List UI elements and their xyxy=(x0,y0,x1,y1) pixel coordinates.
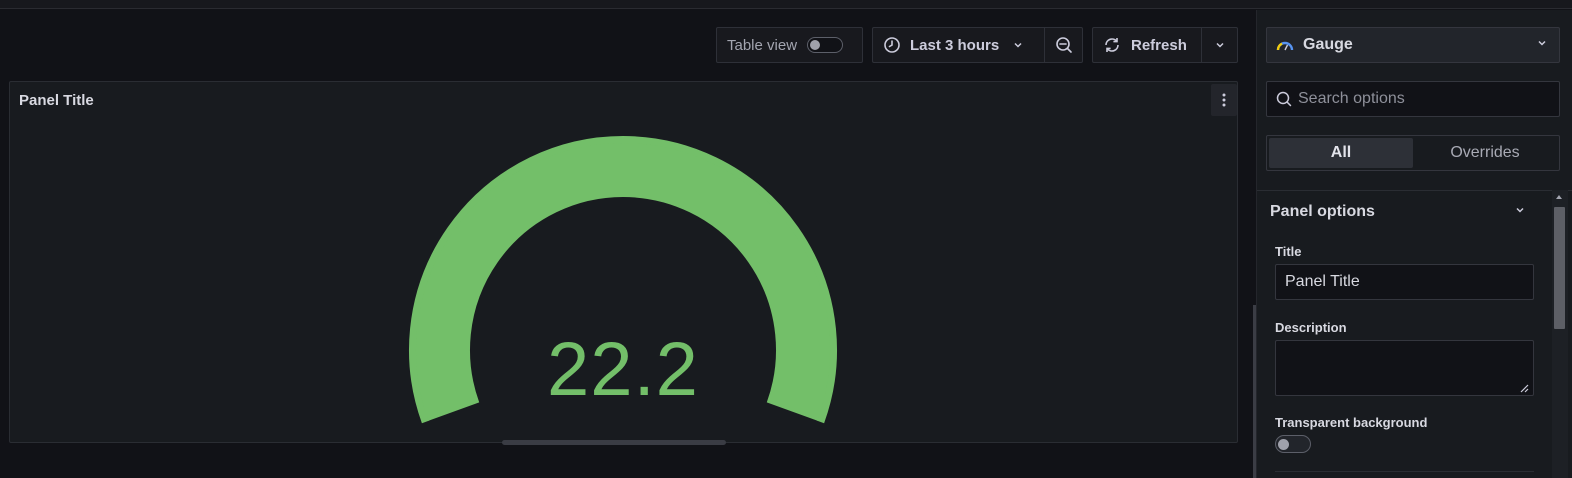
chevron-down-icon xyxy=(1013,40,1023,50)
resize-grip-icon[interactable] xyxy=(1519,383,1529,393)
field-divider xyxy=(1275,471,1534,472)
switch-knob xyxy=(810,40,821,50)
section-divider xyxy=(1257,190,1572,191)
table-view-label: Table view xyxy=(727,36,798,54)
gauge-icon xyxy=(1276,38,1294,52)
refresh-label: Refresh xyxy=(1131,36,1187,54)
time-range-label: Last 3 hours xyxy=(910,36,1000,54)
gauge-value: 22.2 xyxy=(547,327,699,412)
time-range-picker[interactable]: Last 3 hours xyxy=(872,27,1044,63)
switch-knob xyxy=(1278,439,1289,450)
horizontal-resize-handle[interactable] xyxy=(502,440,726,445)
options-tabs: All Overrides xyxy=(1266,135,1560,171)
panel-editor: Table view Last 3 hours Refresh Panel Ti… xyxy=(0,0,1572,478)
table-view-toggle[interactable]: Table view xyxy=(716,27,863,63)
search-input[interactable] xyxy=(1298,90,1548,108)
zoom-out-button[interactable] xyxy=(1044,27,1083,63)
tab-overrides[interactable]: Overrides xyxy=(1413,138,1557,168)
clock-icon xyxy=(883,36,901,54)
chevron-down-icon[interactable] xyxy=(1515,205,1525,215)
search-options-field[interactable] xyxy=(1266,81,1560,117)
toolbar-separator xyxy=(1201,27,1202,63)
transparent-background-switch[interactable] xyxy=(1275,435,1311,453)
vertical-resize-handle[interactable] xyxy=(1253,305,1256,478)
tab-all[interactable]: All xyxy=(1269,138,1413,168)
refresh-button[interactable]: Refresh xyxy=(1092,27,1201,63)
scroll-up-icon[interactable] xyxy=(1555,194,1563,200)
title-input[interactable] xyxy=(1275,264,1534,300)
table-view-switch[interactable] xyxy=(807,37,844,53)
panel-options-header[interactable]: Panel options xyxy=(1270,203,1375,221)
zoom-out-icon xyxy=(1055,36,1073,54)
search-icon xyxy=(1276,91,1292,107)
refresh-icon xyxy=(1103,36,1121,54)
top-bar xyxy=(0,0,1572,9)
gauge-panel[interactable]: Panel Title 22.2 xyxy=(9,81,1238,443)
chevron-down-icon xyxy=(1215,40,1225,50)
title-field-label: Title xyxy=(1275,244,1302,259)
visualization-picker[interactable]: Gauge xyxy=(1266,27,1560,63)
visualization-label: Gauge xyxy=(1303,36,1353,53)
description-field-label: Description xyxy=(1275,320,1347,335)
gauge: 22.2 xyxy=(10,82,1237,442)
scrollbar-thumb[interactable] xyxy=(1554,207,1565,329)
description-textarea[interactable] xyxy=(1275,340,1534,396)
transparent-background-label: Transparent background xyxy=(1275,415,1428,430)
chevron-down-icon xyxy=(1537,38,1547,48)
options-pane: Gauge All Overrides Panel options Title … xyxy=(1257,10,1572,478)
refresh-interval-dropdown[interactable] xyxy=(1201,27,1238,63)
